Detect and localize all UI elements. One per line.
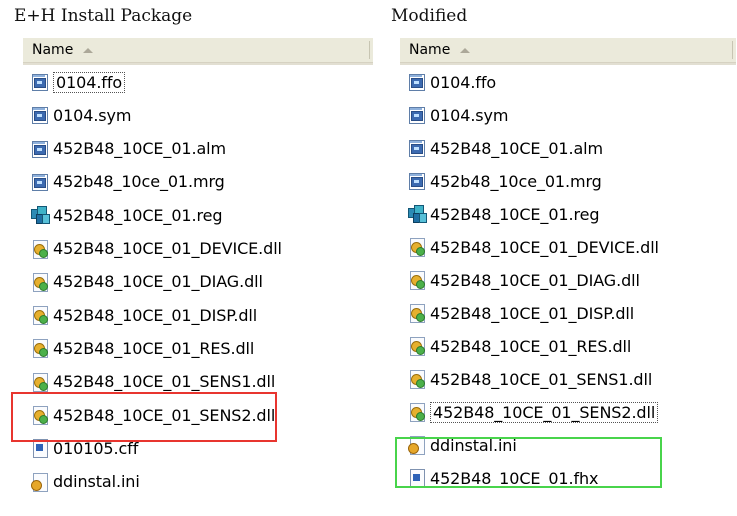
file-name-label: 452B48_10CE_01_DISP.dll xyxy=(53,305,258,325)
right-name-column-header[interactable]: Name xyxy=(400,38,471,62)
dll-icon xyxy=(408,337,426,356)
file-list-item[interactable]: 452B48_10CE_01_RES.dll xyxy=(31,334,254,362)
file-list-item[interactable]: 452B48_10CE_01_RES.dll xyxy=(408,332,631,360)
file-list-item[interactable]: 452B48_10CE_01.alm xyxy=(408,134,603,162)
file-list-item[interactable]: 452B48_10CE_01.reg xyxy=(408,200,599,228)
file-list-item[interactable]: 452B48_10CE_01_DIAG.dll xyxy=(31,268,263,296)
left-header-shade xyxy=(23,63,373,65)
dll-icon xyxy=(408,271,426,290)
dll-icon xyxy=(31,239,49,259)
dll-icon xyxy=(31,339,49,359)
file-name-label: ddinstal.ini xyxy=(53,472,140,492)
document-icon xyxy=(31,140,49,158)
document-icon xyxy=(31,106,49,125)
registry-icon xyxy=(31,206,50,225)
document-icon xyxy=(31,173,49,191)
file-list-item[interactable]: 452B48_10CE_01_DISP.dll xyxy=(408,299,634,327)
file-name-label: 452B48_10CE_01_SENS2.dll xyxy=(430,401,659,423)
file-list-item[interactable]: 452B48_10CE_01_DIAG.dll xyxy=(408,266,640,294)
file-name-label: 452B48_10CE_01.alm xyxy=(430,138,603,158)
left-caption: E+H Install Package xyxy=(14,6,193,26)
file-list-item[interactable]: 0104.sym xyxy=(408,101,509,129)
file-list-item[interactable]: 452B48_10CE_01_SENS1.dll xyxy=(408,365,652,393)
file-list-item[interactable]: 452B48_10CE_01_DISP.dll xyxy=(31,301,257,329)
registry-icon xyxy=(408,205,427,223)
file-name-label: 452B48_10CE_01_SENS1.dll xyxy=(53,372,276,392)
file-list-item[interactable]: 0104.ffo xyxy=(408,68,496,96)
file-name-label: 0104.ffo xyxy=(430,72,497,92)
document-icon xyxy=(408,106,426,124)
sort-ascending-icon xyxy=(460,47,471,53)
added-file-highlight-box xyxy=(395,437,662,488)
right-caption: Modified xyxy=(391,6,468,26)
file-name-label: 452B48_10CE_01_SENS1.dll xyxy=(430,369,653,389)
file-name-label: 452b48_10ce_01.mrg xyxy=(53,172,225,192)
file-list-item[interactable]: 452B48_10CE_01_DEVICE.dll xyxy=(31,235,282,263)
dll-icon xyxy=(31,272,49,292)
dll-icon xyxy=(408,304,426,323)
file-name-label: 452B48_10CE_01.reg xyxy=(430,204,600,224)
file-list-item[interactable]: 452B48_10CE_01_DEVICE.dll xyxy=(408,233,659,261)
file-list-item[interactable]: ddinstal.ini xyxy=(31,468,140,496)
file-name-label: 0104.sym xyxy=(430,105,509,125)
left-name-header-label: Name xyxy=(32,42,74,58)
dll-icon xyxy=(31,372,49,392)
right-name-header-label: Name xyxy=(409,42,451,58)
file-list-item[interactable]: 0104.sym xyxy=(31,101,132,129)
file-name-label: 452B48_10CE_01_DEVICE.dll xyxy=(53,239,282,258)
sort-ascending-icon xyxy=(83,47,94,53)
dll-icon xyxy=(408,238,426,257)
left-column-header: Name xyxy=(23,38,373,65)
file-name-label: 0104.sym xyxy=(53,105,132,125)
file-name-label: 452B48_10CE_01_DISP.dll xyxy=(430,303,635,323)
dll-icon xyxy=(408,403,426,422)
document-icon xyxy=(31,73,49,91)
file-name-label: 452B48_10CE_01_DIAG.dll xyxy=(53,272,263,292)
ini-icon xyxy=(31,472,49,492)
removed-file-highlight-box xyxy=(11,392,277,442)
document-icon xyxy=(408,139,426,157)
file-list-item[interactable]: 452b48_10ce_01.mrg xyxy=(31,168,225,196)
left-column-separator[interactable] xyxy=(369,41,370,59)
file-name-label: 452b48_10ce_01.mrg xyxy=(430,171,602,191)
dll-icon xyxy=(408,370,426,389)
file-name-label: 452B48_10CE_01_RES.dll xyxy=(53,338,255,358)
document-icon xyxy=(408,172,426,190)
right-column-separator[interactable] xyxy=(732,41,733,59)
file-name-label: 452B48_10CE_01_RES.dll xyxy=(430,336,632,356)
file-name-label: 452B48_10CE_01_DIAG.dll xyxy=(430,270,640,290)
file-list-item[interactable]: 0104.ffo xyxy=(31,68,126,96)
left-name-column-header[interactable]: Name xyxy=(23,38,94,62)
file-name-label: 452B48_10CE_01.alm xyxy=(53,139,226,159)
file-name-label: 452B48_10CE_01_DEVICE.dll xyxy=(430,237,659,257)
document-icon xyxy=(408,73,426,91)
file-list-item[interactable]: 452B48_10CE_01.alm xyxy=(31,135,226,163)
file-list-item[interactable]: 452B48_10CE_01_SENS2.dll xyxy=(408,398,659,426)
right-column-header: Name xyxy=(400,38,736,65)
file-name-label: 0104.ffo xyxy=(53,71,126,93)
file-list-item[interactable]: 452b48_10ce_01.mrg xyxy=(408,167,602,195)
file-name-label: 452B48_10CE_01.reg xyxy=(53,205,223,225)
dll-icon xyxy=(31,306,49,326)
right-header-shade xyxy=(400,63,736,65)
file-list-item[interactable]: 452B48_10CE_01.reg xyxy=(31,201,222,229)
